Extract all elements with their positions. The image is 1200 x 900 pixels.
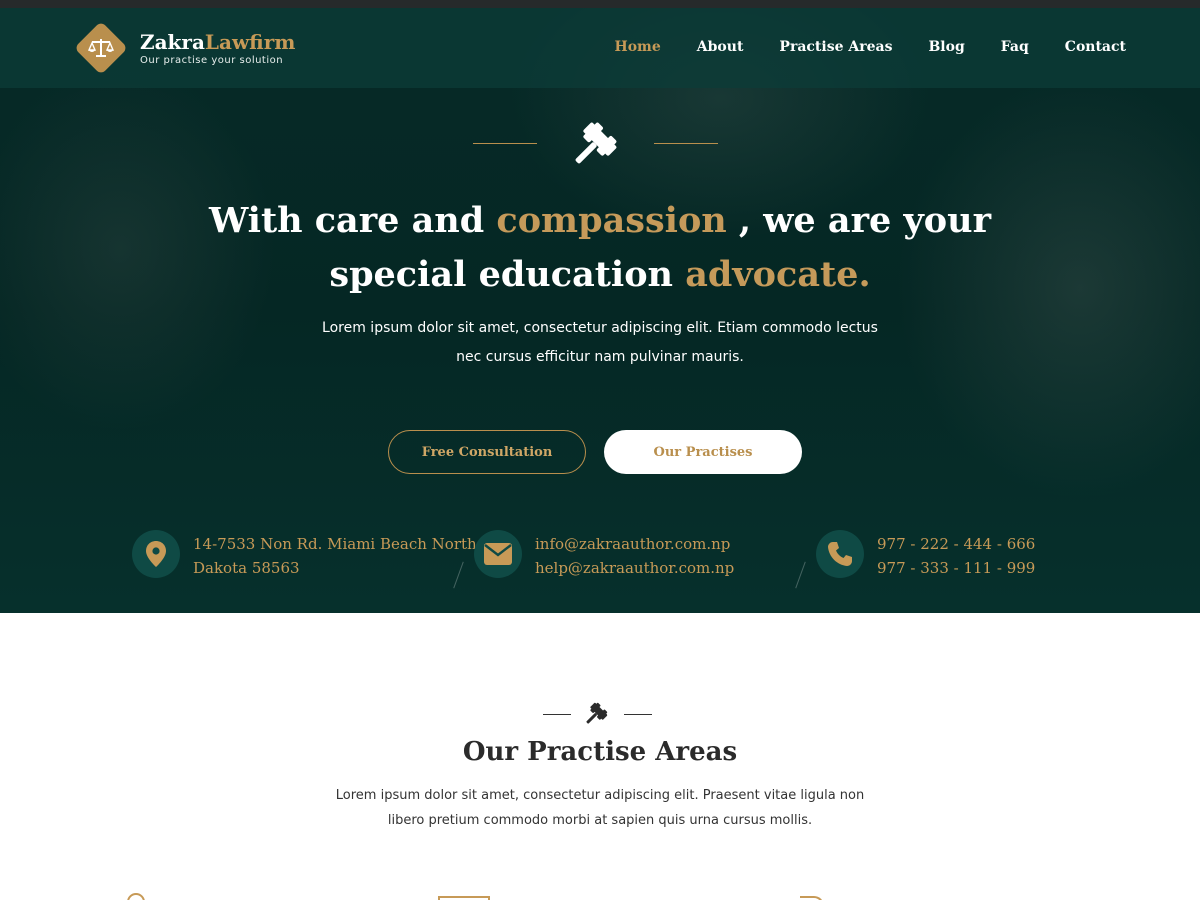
section-description: Lorem ipsum dolor sit amet, consectetur …: [335, 788, 865, 828]
phone-icon: [816, 530, 864, 578]
scales-icon: [74, 21, 128, 75]
main-nav: Home About Practise Areas Blog Faq Conta…: [578, 39, 1126, 55]
logo-tagline: Our practise your solution: [140, 55, 284, 66]
section-title: Our Practise Areas: [462, 737, 738, 767]
hero-section: ZakraLawfirm Our practise your solution …: [0, 8, 1200, 613]
phone-line-2[interactable]: 977 - 333 - 111 - 999: [877, 556, 1035, 580]
divider-line-left: [543, 714, 571, 715]
gavel-icon: [582, 700, 612, 735]
free-consultation-button[interactable]: Free Consultation: [388, 430, 586, 474]
address-line-2: Dakota 58563: [193, 559, 300, 577]
divider-line-right: [624, 714, 652, 715]
nav-item-about[interactable]: About: [697, 39, 744, 55]
email-line-1[interactable]: info@zakraauthor.com.np: [535, 532, 734, 556]
hero-divider: [0, 115, 1200, 175]
top-strip: [0, 0, 1200, 8]
gavel-icon: [565, 115, 627, 180]
envelope-icon: [474, 530, 522, 578]
hero-headline: With care and compassion , we are your s…: [208, 200, 992, 295]
site-logo[interactable]: ZakraLawfirm Our practise your solution: [74, 21, 295, 75]
our-practises-button[interactable]: Our Practises: [604, 430, 802, 474]
practise-area-icon: [438, 896, 490, 900]
email-line-2[interactable]: help@zakraauthor.com.np: [535, 556, 734, 580]
nav-item-faq[interactable]: Faq: [1001, 39, 1029, 55]
divider-line-left: [473, 143, 537, 144]
nav-item-blog[interactable]: Blog: [928, 39, 964, 55]
nav-item-home[interactable]: Home: [614, 39, 660, 55]
contact-email: info@zakraauthor.com.np help@zakraauthor…: [474, 530, 734, 580]
nav-item-contact[interactable]: Contact: [1065, 39, 1126, 55]
contact-address: 14-7533 Non Rd. Miami Beach North Dakota…: [132, 530, 477, 580]
phone-line-1[interactable]: 977 - 222 - 444 - 666: [877, 532, 1035, 556]
logo-name: ZakraLawfirm: [140, 30, 296, 54]
separator: [795, 561, 806, 589]
location-pin-icon: [132, 530, 180, 578]
divider-line-right: [654, 143, 718, 144]
navbar: ZakraLawfirm Our practise your solution …: [0, 8, 1200, 88]
hero-description: Lorem ipsum dolor sit amet, consectetur …: [322, 320, 878, 365]
section-divider: [0, 700, 1200, 730]
contact-phone: 977 - 222 - 444 - 666 977 - 333 - 111 - …: [816, 530, 1035, 580]
practise-area-icon: [127, 893, 145, 900]
nav-item-practise-areas[interactable]: Practise Areas: [779, 39, 892, 55]
practise-area-icon: [800, 896, 824, 900]
practise-areas-section: Our Practise Areas Lorem ipsum dolor sit…: [0, 613, 1200, 900]
address-line-1: 14-7533 Non Rd. Miami Beach North: [193, 535, 477, 553]
